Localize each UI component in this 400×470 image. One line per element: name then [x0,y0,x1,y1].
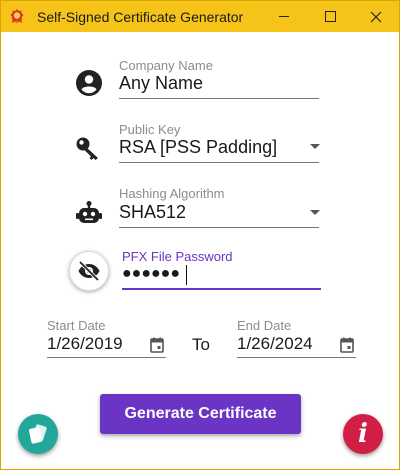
end-date-label: End Date [237,318,292,333]
cards-button[interactable] [18,414,58,454]
company-name-underline [119,98,319,99]
start-date-input[interactable]: 1/26/2019 [47,334,123,354]
form-area: Company Name Any Name Public Key RSA [PS… [1,32,399,469]
info-button[interactable]: i [343,414,383,454]
pfx-password-input[interactable]: ●●●●●● [122,265,180,283]
pfx-password-underline [122,288,321,290]
end-date-underline [237,357,356,358]
cards-icon [29,424,47,444]
window-title: Self-Signed Certificate Generator [37,9,244,25]
eye-off-icon [78,260,100,282]
date-range-to-label: To [192,335,210,354]
title-bar[interactable]: Self-Signed Certificate Generator [1,1,399,32]
close-button[interactable] [353,1,399,32]
hashing-chevron-down-icon[interactable] [310,210,320,215]
account-circle-icon [76,70,102,96]
end-date-calendar-icon[interactable] [339,337,355,353]
start-date-label: Start Date [47,318,106,333]
public-key-chevron-down-icon[interactable] [310,144,320,149]
robot-icon [76,201,102,223]
public-key-underline [119,162,319,163]
info-icon: i [358,419,368,449]
hashing-algorithm-label: Hashing Algorithm [119,186,225,201]
maximize-icon [324,11,336,22]
pfx-password-label: PFX File Password [122,249,233,264]
text-cursor [186,265,187,285]
close-icon [370,11,382,22]
key-icon [76,137,98,160]
start-date-underline [47,357,166,358]
start-date-calendar-icon[interactable] [149,337,165,353]
app-window: Self-Signed Certificate Generator Compan… [0,0,400,470]
generate-certificate-button[interactable]: Generate Certificate [100,394,301,434]
certificate-badge-icon [10,9,24,23]
hashing-underline [119,227,319,228]
end-date-input[interactable]: 1/26/2024 [237,334,313,354]
company-name-label: Company Name [119,58,213,73]
public-key-select[interactable]: RSA [PSS Padding] [119,137,277,158]
public-key-label: Public Key [119,122,181,137]
company-name-input[interactable]: Any Name [119,73,203,94]
minimize-icon [279,16,289,17]
maximize-button[interactable] [307,1,353,32]
toggle-password-visibility-button[interactable] [69,251,109,291]
minimize-button[interactable] [261,1,307,32]
hashing-algorithm-select[interactable]: SHA512 [119,202,186,223]
